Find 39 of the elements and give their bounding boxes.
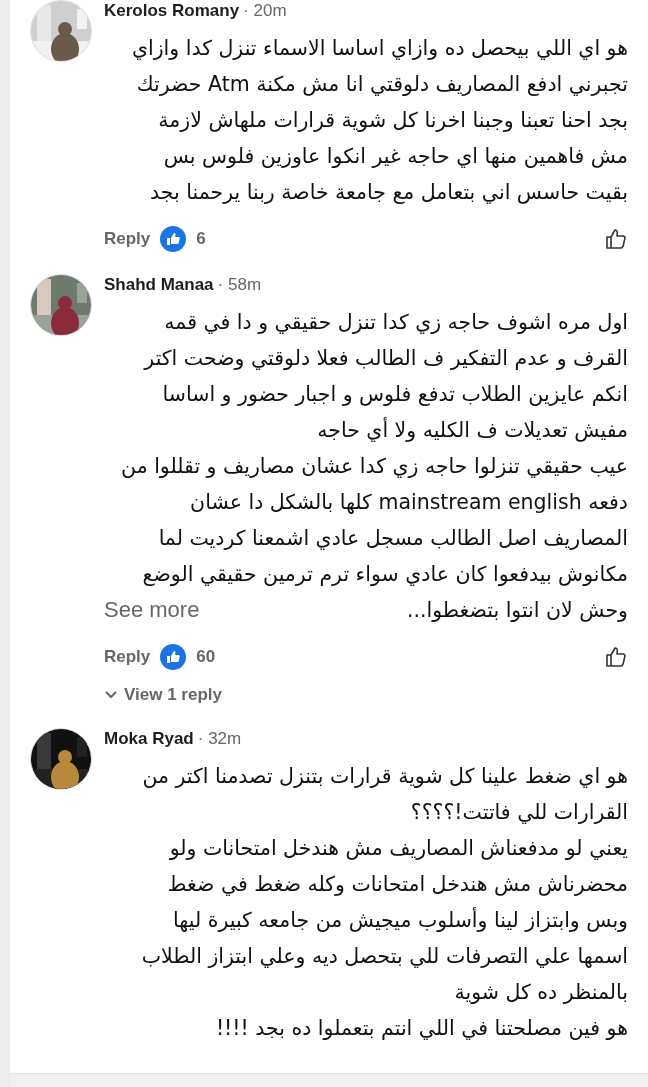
comment-text-line: اول مره اشوف حاجه زي كدا تنزل حقيقي و دا في قمه [163, 309, 628, 336]
reply-button[interactable]: Reply [104, 644, 151, 670]
comment-time: · 20m [243, 1, 287, 20]
comment-time: · 58m [217, 275, 262, 294]
author-name: Moka Ryad [104, 728, 194, 748]
reaction-count: 6 [196, 228, 206, 251]
author-name: Shahd Manaa [104, 275, 214, 294]
like-reaction-icon [160, 226, 187, 252]
comment-text-line: اسمها علي التصرفات للي بتحصل ديه وعلي ابتزاز الطلاب [140, 942, 628, 970]
comment-text-line: تجبرني ادفع المصاريف دلوقتي انا مش مكنة Atm حضرتك [135, 71, 628, 98]
like-icon[interactable] [604, 227, 628, 251]
comment-text-line: مفيش تعديلات ف الكليه ولا أي حاجه [316, 416, 628, 444]
comment-text-line: دفعه mainstream english كلها بالشكل دا عشان [189, 489, 628, 516]
comment-text-line: هو اي ضغط علينا كل شوية قرارات بتنزل تصدمنا اكتر من [141, 762, 628, 790]
comment-text-line: مش فاهمين منها اي حاجه غير انكوا عاوزين فلوس بس [162, 143, 628, 170]
comment-text-line: وحش لان انتوا بتضغطوا... [406, 597, 628, 624]
comment-text-line: بالمنظر ده كل شوية [453, 978, 628, 1006]
reaction-count: 60 [196, 646, 216, 669]
comment-text-line: بجد احنا تعبنا وجبنا اخرنا كل شوية قرارات ملهاش لازمة [157, 107, 628, 134]
like-icon[interactable] [604, 645, 628, 669]
comment-text-line: محضرناش مش هندخل امتحانات وكله ضغط في ضغط [166, 870, 628, 898]
comment-time: · 32m [197, 728, 242, 748]
comment-text-line: مكانوش بيدفعوا كان عادي سواء ترم ترمين حقيقي الوضع [141, 561, 628, 588]
comment-text-line: بقيت حاسس اني بتعامل مع جامعة خاصة ربنا يرحمنا بجد [149, 179, 628, 206]
comment-text-line: عيب حقيقي تنزلوا حاجه زي كدا عشان مصاريف و تقللوا من [120, 453, 628, 480]
comment-text-line: القرارات للي فاتتت!؟؟؟؟ [409, 798, 628, 826]
comment-text-line: هو فين مصلحتنا في اللي انتم بتعملوا ده بجد !!!! [214, 1014, 628, 1042]
comment-text-line: وبس وابتزاز لينا وأسلوب ميجيش من جامعه كبيرة ليها [172, 906, 628, 934]
comment-text-line: القرف و عدم التفكير ف الطالب فعلا دلوقتي وضحت اكتر [142, 345, 628, 372]
see-more-link[interactable]: See more [104, 592, 200, 628]
author-name: Kerolos Romany [104, 1, 240, 20]
comment-text-line: المصاريف اصل الطالب مسجل عادي اشمعنا كرديت لما [157, 525, 628, 552]
reply-button[interactable]: Reply [104, 226, 151, 252]
chevron-down-icon [104, 689, 118, 700]
view-replies-button[interactable]: View 1 reply [104, 682, 222, 708]
like-reaction-icon [160, 644, 187, 670]
comment-text-line: هو اي اللي بيحصل ده وازاي اساسا الاسماء تنزل كدا وازاي [130, 35, 628, 62]
comment-text-line: انكم عايزين الطلاب تدفع فلوس و اجبار حضور و اساسا [161, 381, 628, 408]
comment-text-line: يعني لو مدفعناش المصاريف مش هندخل امتحانات ولو [168, 834, 628, 862]
